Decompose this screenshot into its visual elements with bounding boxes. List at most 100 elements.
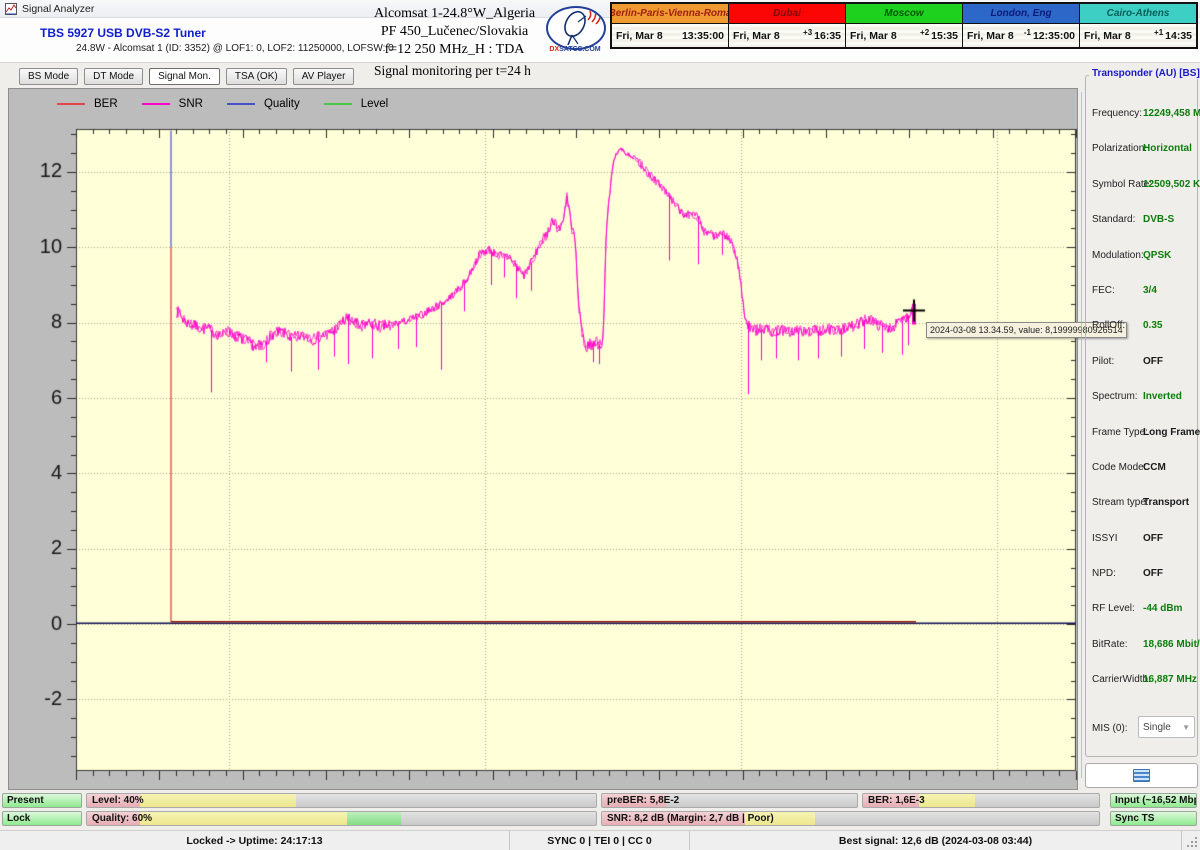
signal-plot-canvas[interactable] (9, 119, 1079, 791)
tab-signal-mon[interactable]: Signal Mon. (149, 68, 220, 85)
field-row: Frame Type: Long Frame (1086, 419, 1200, 454)
satellite-line1: Alcomsat 1-24.8°W_Algeria (373, 6, 536, 21)
field-value: DVB-S (1143, 214, 1175, 226)
meter-bar: Quality: 60% (86, 811, 597, 826)
field-value: 0.35 (1143, 320, 1163, 332)
clock-utc-offset: -1 (1023, 27, 1031, 37)
field-label: BitRate: (1092, 638, 1128, 650)
clock-utc-offset: +3 (803, 27, 813, 37)
stream-capture-button[interactable] (1085, 763, 1198, 788)
status-badge: Input (~16,52 Mbps) (1110, 793, 1197, 808)
legend-label: SNR (178, 98, 203, 110)
clock-date: Fri, Mar 8 (850, 29, 897, 42)
meter-segment-yellow (919, 794, 975, 807)
field-value: 18,686 Mbit/s (1143, 638, 1200, 650)
field-row: Pilot: OFF (1086, 348, 1199, 383)
field-row: Modulation: QPSK (1086, 242, 1199, 277)
clock-city: Dubai (729, 4, 845, 24)
resize-grip[interactable] (1182, 831, 1200, 850)
legend-label: BER (94, 98, 118, 110)
monitoring-title: Signal monitoring per t=24 h (374, 63, 531, 78)
clock-column-1: Berlin-Paris-Vienna-Roma Fri, Mar 8 13:35:… (612, 4, 729, 47)
clock-time-value: +3 16:35 (801, 27, 841, 42)
clock-column-2: Dubai Fri, Mar 8 +3 16:35 (729, 4, 846, 47)
field-label: RollOff: (1092, 320, 1126, 332)
field-row: NPD: OFF (1086, 560, 1199, 595)
field-row: Frequency:12249,458 MHz (1086, 100, 1200, 135)
clock-time-text: 13:35:00 (681, 29, 724, 42)
legend-swatch (57, 103, 85, 105)
field-value: OFF (1143, 568, 1163, 580)
field-row: Polarization: Horizontal (1086, 135, 1199, 170)
legend-item-quality: Quality (226, 98, 300, 110)
status-badge: Sync TS (1110, 811, 1197, 826)
clock-utc-offset: +2 (920, 27, 930, 37)
field-label: Stream type: (1092, 497, 1149, 509)
field-label: Frame Type: (1092, 426, 1148, 438)
satellite-line2: PF 450_Lučenec/Slovakia (380, 24, 529, 39)
tab-av-player[interactable]: AV Player (292, 68, 355, 85)
mis-label: MIS (0): (1092, 723, 1128, 734)
chart-widget: BER SNR Quality Level 2024-03-08 13.34.59, … (8, 88, 1127, 791)
legend-item-ber: BER (57, 98, 118, 110)
legend-swatch (141, 103, 170, 105)
meter-segment-green (347, 812, 401, 825)
legend-label: Quality (263, 98, 300, 110)
field-label: Polarization: (1092, 143, 1148, 155)
clock-time-row: Fri, Mar 8 +3 16:35 (729, 24, 845, 47)
field-row: Spectrum: Inverted (1086, 383, 1199, 418)
clock-date: Fri, Mar 8 (967, 29, 1014, 42)
field-row: FEC: 3/4 (1086, 277, 1199, 312)
clock-time-text: 16:35 (814, 29, 841, 42)
meter-label: BER: 1,6E-3 (868, 795, 925, 806)
meter-bar: SNR: 8,2 dB (Margin: 2,7 dB | Poor) (601, 811, 1100, 826)
window-title: Signal Analyzer (22, 2, 95, 15)
field-label: ISSYI (1092, 532, 1118, 544)
clock-time-value: +2 15:35 (918, 27, 958, 42)
mis-dropdown[interactable]: Single ▼ (1138, 716, 1195, 738)
field-value: 3/4 (1143, 284, 1157, 296)
field-value: QPSK (1143, 249, 1172, 261)
meter-bar: BER: 1,6E-3 (862, 793, 1100, 808)
field-row: RF Level: -44 dBm (1086, 595, 1199, 630)
satellite-dish-icon (546, 6, 606, 50)
tab-bs-mode[interactable]: BS Mode (19, 68, 79, 85)
legend-item-snr: SNR (141, 98, 203, 110)
meter-label: Quality: 60% (92, 813, 153, 824)
chart-legend: BER SNR Quality Level (57, 95, 412, 113)
statusbar: Locked -> Uptime: 24:17:13 SYNC 0 | TEI … (0, 830, 1200, 850)
clock-time-row: Fri, Mar 8 -1 12:35:00 (963, 24, 1079, 47)
logo-text: DXSATCS.COM (549, 46, 601, 53)
panel-splitter[interactable] (1081, 92, 1082, 778)
clock-column-5: Cairo-Athens Fri, Mar 8 +1 14:35 (1080, 4, 1196, 47)
field-label: FEC: (1092, 284, 1115, 296)
clock-city: London, Eng (963, 4, 1079, 24)
tuner-title: TBS 5927 USB DVB-S2 Tuner (40, 26, 206, 40)
clock-date: Fri, Mar 8 (1084, 29, 1131, 42)
legend-swatch (226, 103, 255, 105)
clock-time-value: 13:35:00 (682, 30, 724, 42)
statusbar-best-signal: Best signal: 12,6 dB (2024-03-08 03:44) (690, 831, 1182, 850)
field-value: OFF (1143, 532, 1163, 544)
mis-value: Single (1143, 721, 1171, 733)
meter-label: SNR: 8,2 dB (Margin: 2,7 dB | Poor) (607, 813, 774, 824)
satellite-header: Alcomsat 1-24.8°W_Algeria PF 450_Lučenec… (352, 5, 557, 59)
field-value: Long Frame (1143, 426, 1200, 438)
field-label: Code Mode: (1092, 461, 1147, 473)
world-clocks: Berlin-Paris-Vienna-Roma Fri, Mar 8 13:35:… (610, 2, 1198, 49)
field-row: ISSYI OFF (1086, 525, 1199, 560)
clock-city: Moscow (846, 4, 962, 24)
dxsatcs-logo: DXSATCS.COM (544, 6, 606, 54)
field-value: 12249,458 MHz (1143, 108, 1200, 119)
field-value: -44 dBm (1143, 603, 1183, 615)
signal-analyzer-window: Signal Analyzer TBS 5927 USB DVB-S2 Tune… (0, 0, 1200, 850)
tab-dt-mode[interactable]: DT Mode (84, 68, 144, 85)
transponder-fieldset: Frequency:12249,458 MHzPolarization:Hori… (1085, 75, 1200, 757)
field-row: Code Mode: CCM (1086, 454, 1199, 489)
field-label: Frequency: (1092, 108, 1143, 119)
status-badge: Present (2, 793, 82, 808)
tab-tsa-ok[interactable]: TSA (OK) (225, 68, 287, 85)
table-icon (1133, 769, 1150, 782)
field-value: 16,887 MHz (1143, 674, 1197, 686)
clock-column-3: Moscow Fri, Mar 8 +2 15:35 (846, 4, 963, 47)
